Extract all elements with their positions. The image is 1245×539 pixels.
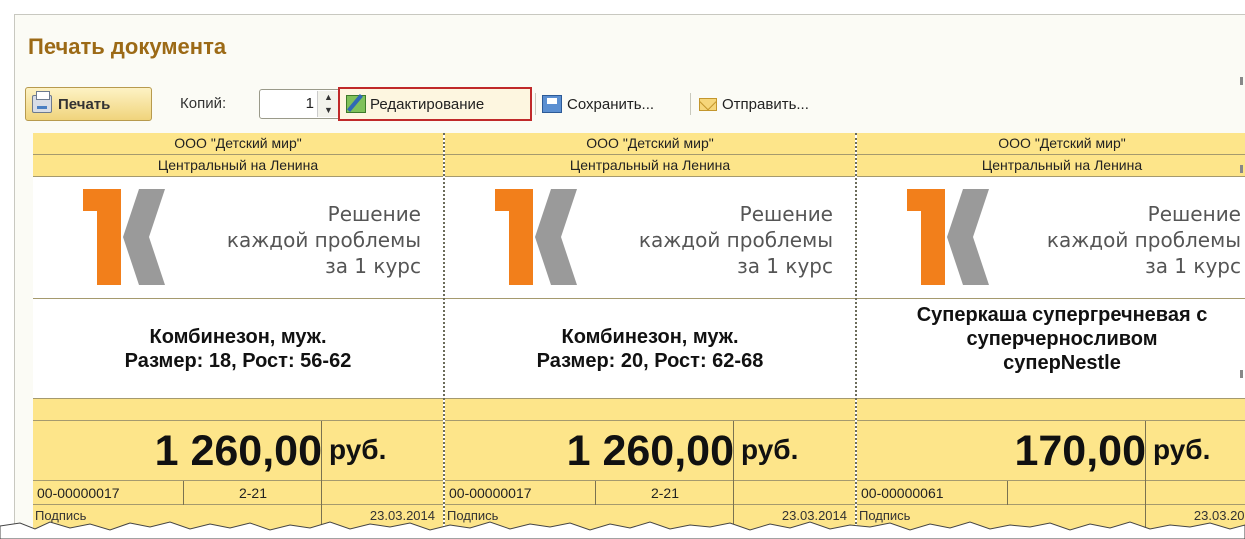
divider [321,481,322,505]
logo-slogan: Решение каждой проблемы за 1 курс [1047,201,1241,279]
print-button[interactable]: Печать [25,87,152,121]
toolbar-divider [535,93,536,115]
product-name-line: Комбинезон, муж. [561,325,739,348]
copies-label: Копий: [180,95,227,112]
divider [1007,481,1008,505]
code-row: 00-00000061 [857,481,1245,505]
logo-1k-icon [495,189,577,285]
scroll-edge-mark [1240,77,1243,85]
label-org: ООО "Детский мир" [445,133,855,155]
code-row: 00-00000017 2-21 [445,481,855,505]
spin-down-icon[interactable]: ▼ [317,104,339,117]
send-button[interactable]: Отправить... [699,87,809,121]
price-value: 1 260,00 [154,427,322,475]
blank-row [857,399,1245,421]
spin-up-icon[interactable]: ▲ [317,91,339,104]
article-code: 00-00000061 [861,485,944,501]
logo-slogan-line: каждой проблемы [226,228,421,252]
scroll-edge-mark [1240,165,1243,173]
toolbar-divider [690,93,691,115]
product-name-line: суперNestle [1003,352,1121,374]
logo-slogan-line: Решение [739,202,833,226]
divider [321,421,322,481]
price-row: 1 260,00 руб. [445,421,855,481]
product-name-line: Суперкаша супергречневая с [916,304,1208,326]
label-logo: Решение каждой проблемы за 1 курс [857,177,1245,299]
envelope-icon [699,97,717,111]
logo-slogan-line: каждой проблемы [1046,228,1241,252]
divider [1145,421,1146,481]
page-title: Печать документа [28,34,227,59]
label-store: Центральный на Ленина [445,155,855,177]
currency: руб. [1153,434,1211,465]
logo-slogan-line: за 1 курс [1145,254,1241,278]
product-name-line: Размер: 18, Рост: 56-62 [124,349,352,372]
divider [595,481,596,505]
divider [733,421,734,481]
floppy-disk-icon [542,95,562,113]
article-code: 00-00000017 [37,485,120,501]
price-label: ООО "Детский мир" Центральный на Ленина … [857,133,1245,539]
logo-slogan-line: за 1 курс [737,254,833,278]
scroll-edge-mark [1240,370,1243,378]
blank-row [33,399,443,421]
logo-1k-icon [83,189,165,285]
shelf-code: 2-21 [238,485,268,501]
currency: руб. [741,434,799,465]
logo-slogan-line: каждой проблемы [638,228,833,252]
logo-slogan-line: Решение [1147,202,1241,226]
divider [733,481,734,505]
torn-edge [0,521,1245,539]
shelf-code: 2-21 [650,485,680,501]
logo-slogan: Решение каждой проблемы за 1 курс [639,201,833,279]
label-store: Центральный на Ленина [33,155,443,177]
label-org: ООО "Детский мир" [33,133,443,155]
edit-button-label: Редактирование [370,95,485,113]
save-button-label: Сохранить... [567,95,655,113]
code-row: 00-00000017 2-21 [33,481,443,505]
divider [183,481,184,505]
send-button-label: Отправить... [722,95,809,113]
product-name-line: Комбинезон, муж. [149,325,327,348]
product-name-line: суперчерносливом [966,328,1158,350]
logo-slogan-line: за 1 курс [325,254,421,278]
edit-icon [346,95,366,113]
product-name: Комбинезон, муж. Размер: 18, Рост: 56-62 [33,299,443,399]
product-name-line: Размер: 20, Рост: 62-68 [536,349,764,372]
print-preview-sheet[interactable]: ООО "Детский мир" Центральный на Ленина … [33,133,1245,539]
price-value: 170,00 [1014,427,1146,475]
logo-slogan: Решение каждой проблемы за 1 курс [227,201,421,279]
edit-button[interactable]: Редактирование [338,87,532,121]
product-name: Комбинезон, муж. Размер: 20, Рост: 62-68 [445,299,855,399]
print-document-window: Печать документа Печать Копий: 1 ▲ ▼ Ред… [14,14,1245,539]
product-name: Суперкаша супергречневая с суперчерносли… [857,299,1245,399]
label-store: Центральный на Ленина [857,155,1245,177]
price-row: 1 260,00 руб. [33,421,443,481]
print-button-label: Печать [58,95,111,113]
save-button[interactable]: Сохранить... [542,87,654,121]
price-row: 170,00 руб. [857,421,1245,481]
blank-row [445,399,855,421]
currency: руб. [329,434,387,465]
logo-slogan-line: Решение [327,202,421,226]
label-org: ООО "Детский мир" [857,133,1245,155]
copies-stepper[interactable]: ▲ ▼ [317,91,339,117]
price-label: ООО "Детский мир" Центральный на Ленина … [445,133,855,539]
label-logo: Решение каждой проблемы за 1 курс [33,177,443,299]
label-logo: Решение каждой проблемы за 1 курс [445,177,855,299]
price-label: ООО "Детский мир" Центральный на Ленина … [33,133,443,539]
article-code: 00-00000017 [449,485,532,501]
divider [1145,481,1146,505]
price-value: 1 260,00 [566,427,734,475]
printer-icon [32,91,52,113]
logo-1k-icon [907,189,989,285]
toolbar: Печать Копий: 1 ▲ ▼ Редактирование Сохра… [15,87,1245,123]
